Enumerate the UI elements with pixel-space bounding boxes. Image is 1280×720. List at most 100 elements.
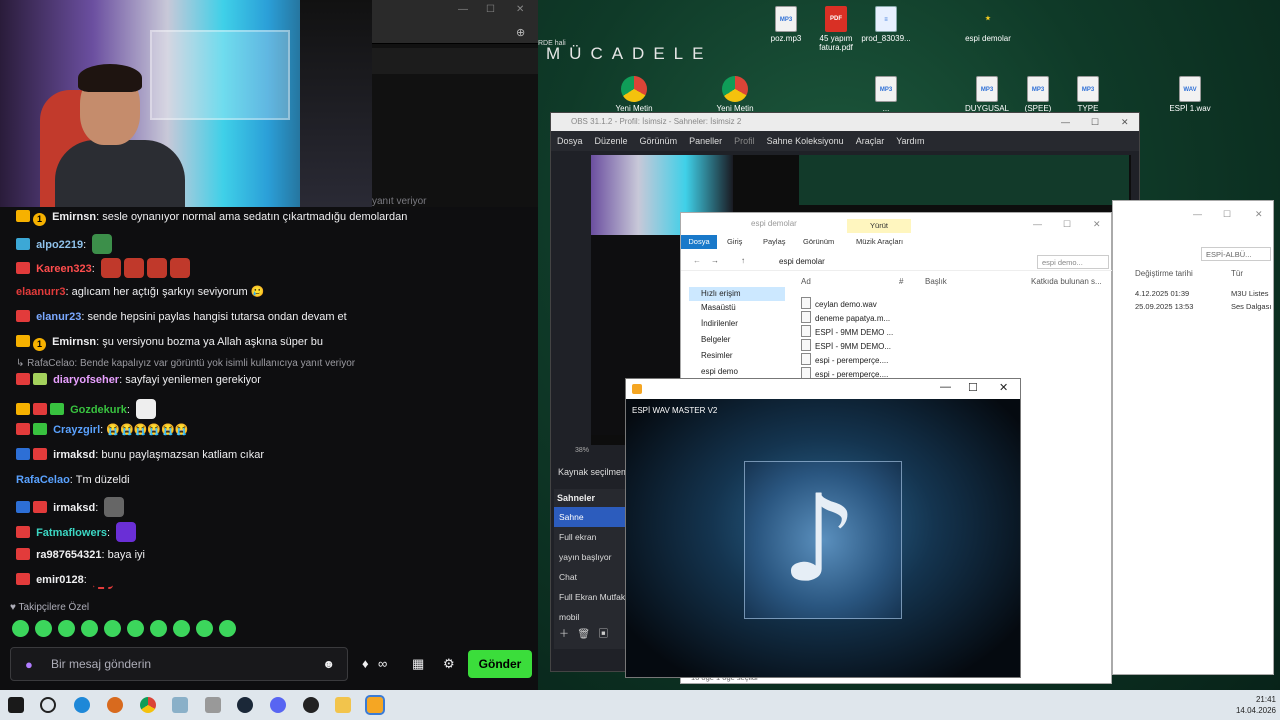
microphone-icon[interactable]: ● <box>25 657 33 672</box>
nav-item-desktop[interactable]: Masaüstü <box>701 303 736 312</box>
desktop-icon-yeni-metin-2[interactable]: Yeni Metin <box>703 76 767 113</box>
chat-username[interactable]: Gozdekurk <box>70 404 127 416</box>
search-icon[interactable] <box>40 697 56 713</box>
maximize-icon[interactable]: ☐ <box>486 4 495 15</box>
infinity-icon[interactable]: ∞ <box>378 656 387 671</box>
obs-titlebar[interactable]: OBS 31.1.2 - Profil: İsimsiz - Sahneler:… <box>551 113 1139 131</box>
emote-icon[interactable] <box>12 620 29 637</box>
desktop-icon-prod[interactable]: ≡ prod_83039... <box>854 6 918 43</box>
close-icon[interactable]: ✕ <box>1093 213 1101 235</box>
emote-icon[interactable] <box>127 620 144 637</box>
ribbon-tab-giris[interactable]: Giriş <box>727 237 742 246</box>
emote-icon[interactable] <box>58 620 75 637</box>
wav-titlebar[interactable]: — ☐ ✕ <box>626 379 1020 399</box>
ribbon-tab-muzik[interactable]: Müzik Araçları <box>856 237 903 246</box>
steam-icon[interactable] <box>237 697 253 713</box>
back-icon[interactable]: ← <box>693 256 701 265</box>
chat-username[interactable]: diaryofseher <box>53 374 119 386</box>
column-header-number[interactable]: # <box>899 277 903 286</box>
maximize-icon[interactable]: ☐ <box>968 381 978 394</box>
forward-icon[interactable]: → <box>711 256 719 265</box>
ribbon-tab-gorunum[interactable]: Görünüm <box>803 237 834 246</box>
desktop-icon-mp3[interactable]: MP3... <box>854 76 918 113</box>
nav-item-espi-demo[interactable]: espi demo <box>701 367 738 376</box>
file-row[interactable]: ESPİ - 9MM DEMO ... <box>801 325 893 337</box>
ribbon-play-tab[interactable]: Yürüt <box>847 219 911 233</box>
start-icon[interactable] <box>8 697 24 713</box>
ribbon-tab-dosya[interactable]: Dosya <box>681 235 717 249</box>
system-clock[interactable]: 21:41 14.04.2026 <box>1228 694 1276 716</box>
scene-item[interactable]: mobil <box>554 607 629 627</box>
scene-item[interactable]: Full ekran <box>554 527 629 547</box>
chat-username[interactable]: elanur23 <box>36 311 81 323</box>
chrome-icon[interactable] <box>140 697 156 713</box>
chat-username[interactable]: irmaksd <box>53 449 95 461</box>
nav-item-documents[interactable]: Belgeler <box>701 335 730 344</box>
minimize-icon[interactable]: — <box>458 4 468 15</box>
emoji-picker-icon[interactable]: ☻ <box>322 657 335 671</box>
emote-icon[interactable] <box>104 620 121 637</box>
maximize-icon[interactable]: ☐ <box>1091 113 1099 131</box>
file-row[interactable]: ceylan demo.wav <box>801 297 877 309</box>
menu-dosya[interactable]: Dosya <box>557 136 583 146</box>
chat-username[interactable]: Fatmaflowers <box>36 527 107 539</box>
folder-icon[interactable] <box>335 697 351 713</box>
scene-item[interactable]: Full Ekran Mutfak <box>554 587 629 607</box>
store-icon[interactable]: ▦ <box>412 656 424 672</box>
scene-item[interactable]: Sahne <box>554 507 629 527</box>
menu-gorunum[interactable]: Görünüm <box>640 136 678 146</box>
wav-player-icon[interactable] <box>365 695 385 715</box>
desktop-icon-type[interactable]: MP3 TYPE <box>1056 76 1120 113</box>
column-header-type[interactable]: Tür <box>1231 269 1243 278</box>
emote-icon[interactable] <box>81 620 98 637</box>
column-header-title[interactable]: Başlık <box>925 277 947 286</box>
close-icon[interactable]: ✕ <box>1255 209 1263 220</box>
chat-username[interactable]: ra987654321 <box>36 549 101 561</box>
menu-profil[interactable]: Profil <box>734 136 755 146</box>
up-icon[interactable]: ↑ <box>741 256 745 265</box>
edge-icon[interactable] <box>74 697 90 713</box>
filter-icon[interactable]: ▣ <box>598 629 608 640</box>
scene-item[interactable]: Chat <box>554 567 629 587</box>
emote-icon[interactable] <box>173 620 190 637</box>
file-icon[interactable] <box>172 697 188 713</box>
address-path[interactable]: espi demolar <box>779 257 825 266</box>
menu-duzenle[interactable]: Düzenle <box>595 136 628 146</box>
chat-username[interactable]: Crayzgirl <box>53 424 100 436</box>
chat-username[interactable]: emir0128 <box>36 574 84 586</box>
minimize-icon[interactable]: — <box>1193 209 1202 219</box>
add-icon[interactable]: ＋ <box>559 629 569 640</box>
nav-item-quick-access[interactable]: Hızlı erişim <box>689 287 785 301</box>
nav-item-pictures[interactable]: Resimler <box>701 351 733 360</box>
chat-username[interactable]: elaanurr3 <box>16 286 66 298</box>
search-input[interactable]: espi demo... <box>1037 255 1109 269</box>
emote-icon[interactable] <box>150 620 167 637</box>
zoom-icon[interactable]: ⊕ <box>516 26 525 39</box>
chat-username[interactable]: Emirnsn <box>52 211 96 223</box>
chat-username[interactable]: irmaksd <box>53 502 95 514</box>
desktop-icon-espi-demolar[interactable]: ★ espi demolar <box>956 6 1020 43</box>
minimize-icon[interactable]: — <box>940 381 951 393</box>
send-button[interactable]: Gönder <box>468 650 532 678</box>
file-row[interactable]: deneme papatya.m... <box>801 311 890 323</box>
minimize-icon[interactable]: — <box>1061 113 1070 131</box>
close-icon[interactable]: ✕ <box>999 381 1008 394</box>
menu-paneller[interactable]: Paneller <box>689 136 722 146</box>
chat-username[interactable]: Emirnsn <box>52 336 96 348</box>
column-header-name[interactable]: Ad <box>801 277 811 286</box>
usb-icon[interactable] <box>205 697 221 713</box>
emote-icon[interactable] <box>35 620 52 637</box>
close-icon[interactable]: ✕ <box>1121 113 1129 131</box>
menu-sahne-koleksiyonu[interactable]: Sahne Koleksiyonu <box>767 136 844 146</box>
address-bar[interactable]: ← → ↑ espi demolar espi demo... <box>681 253 1113 271</box>
maximize-icon[interactable]: ☐ <box>1223 209 1231 220</box>
file-row[interactable]: ESPİ - 9MM DEMO... <box>801 339 891 351</box>
obs-icon[interactable] <box>303 697 319 713</box>
chat-username[interactable]: alpo2219 <box>36 239 83 251</box>
emote-icon[interactable] <box>219 620 236 637</box>
minimize-icon[interactable]: — <box>1033 213 1042 235</box>
discord-icon[interactable] <box>270 697 286 713</box>
column-header-contributor[interactable]: Katkıda bulunan s... <box>1031 277 1102 286</box>
bits-icon[interactable]: ♦ <box>362 656 369 671</box>
chat-username[interactable]: Kareen323 <box>36 263 92 275</box>
